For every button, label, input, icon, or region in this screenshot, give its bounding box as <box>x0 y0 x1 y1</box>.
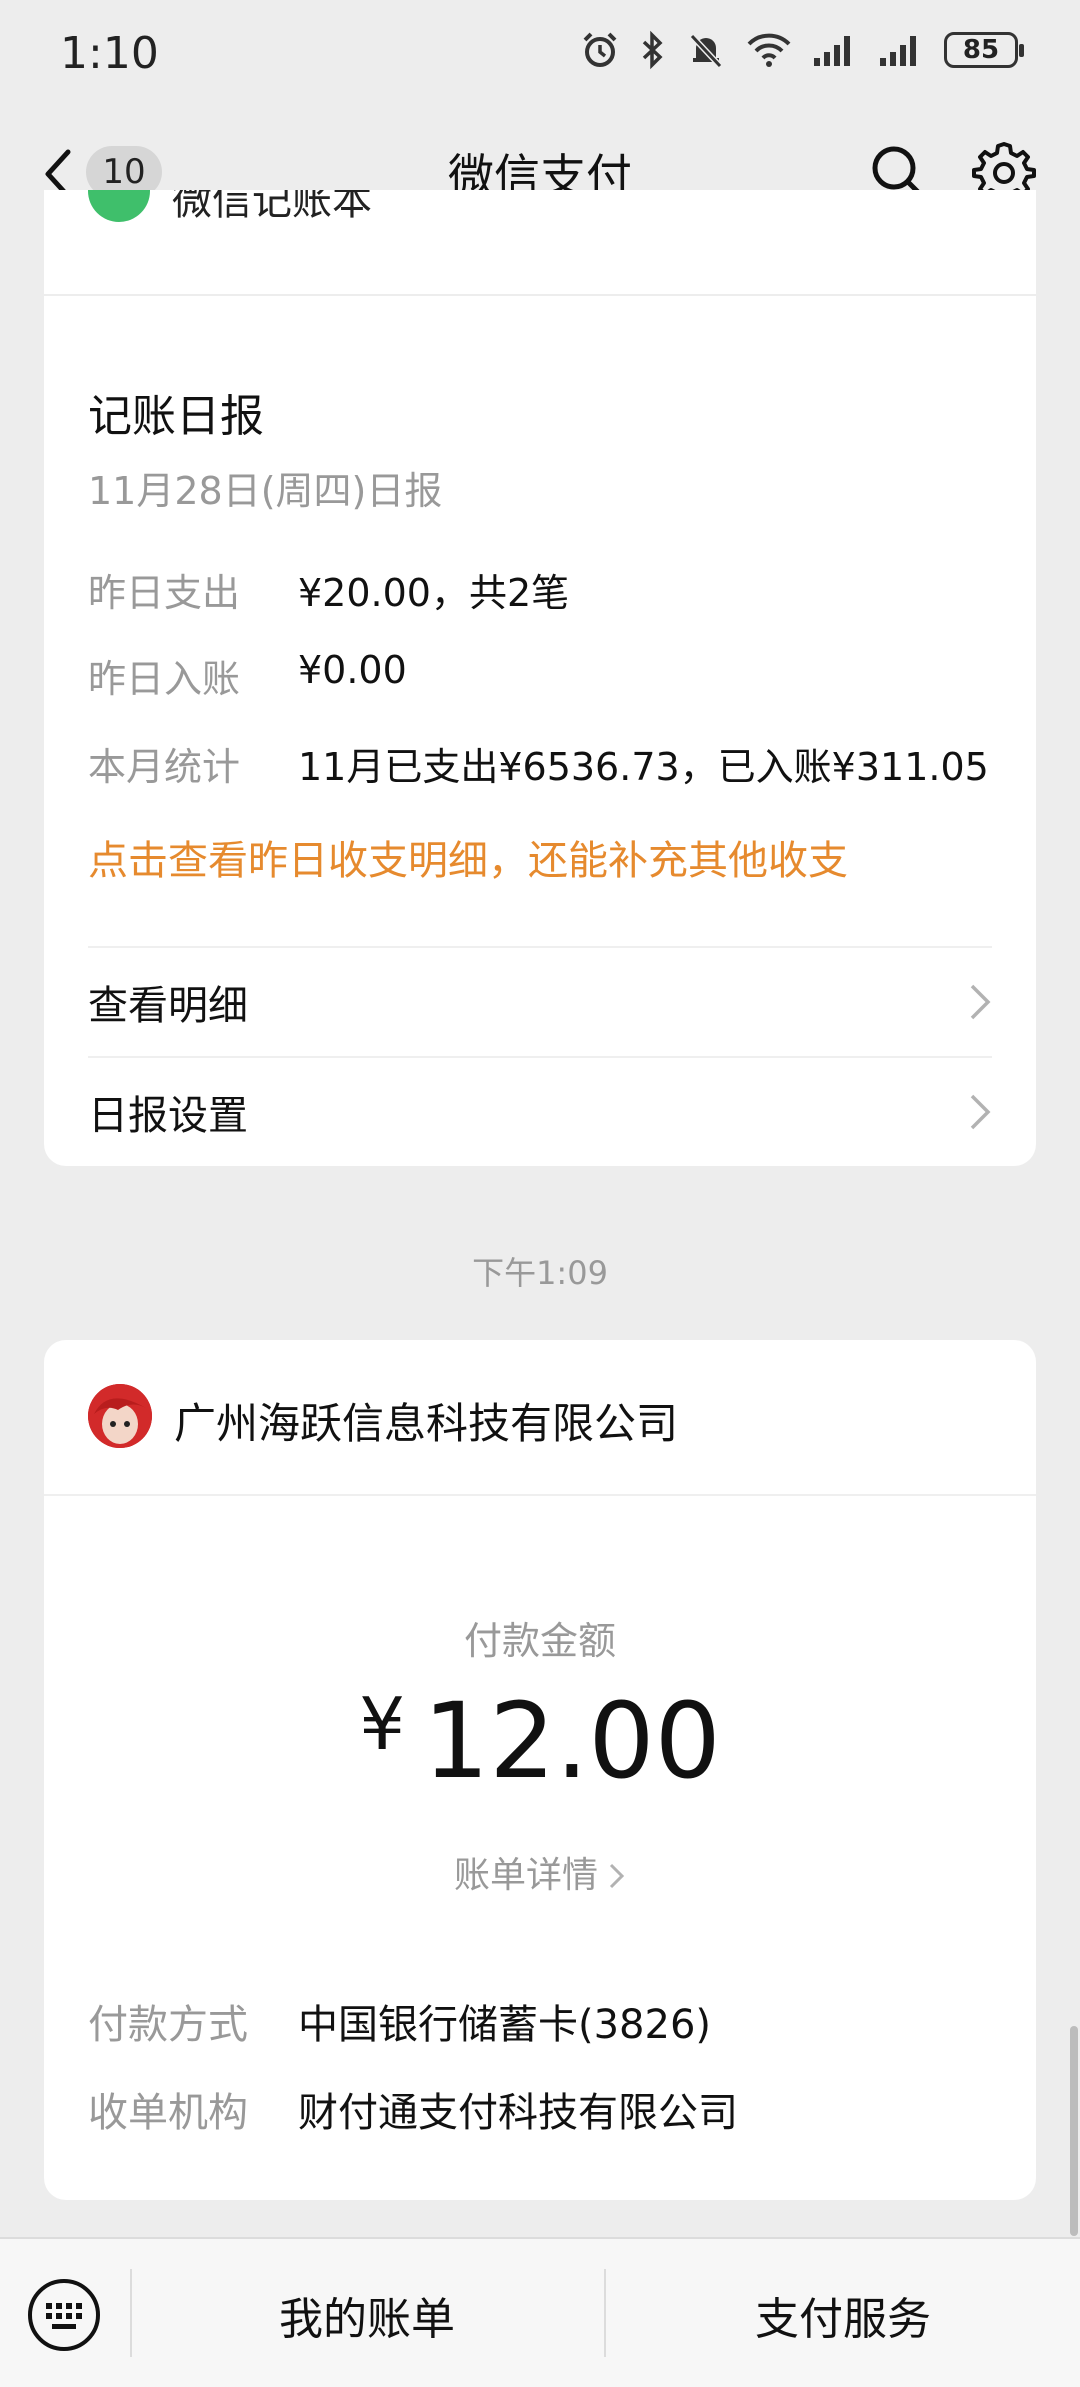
payment-card[interactable]: 广州海跃信息科技有限公司 付款金额 ¥12.00 账单详情 付款方式 中国银行储… <box>44 1340 1036 2200</box>
bluetooth-icon <box>642 30 663 70</box>
alarm-icon <box>583 32 617 67</box>
account-avatar <box>88 190 150 222</box>
acquirer-row: 收单机构 财付通支付科技有限公司 <box>88 2080 738 2138</box>
yesterday-expense-row: 昨日支出 ¥20.00，共2笔 <box>88 562 569 617</box>
currency-symbol: ¥ <box>359 1682 406 1766</box>
row-label: 昨日入账 <box>88 657 241 701</box>
status-bar: 1:10 85 <box>0 0 1080 110</box>
my-bills-tab[interactable]: 我的账单 <box>130 2283 604 2347</box>
keyboard-icon[interactable] <box>26 2277 102 2353</box>
merchant-avatar <box>88 1384 152 1448</box>
mute-bell-icon <box>689 33 723 69</box>
row-value: 11月已支出¥6536.73，已入账¥311.05 <box>298 745 989 789</box>
row-label: 本月统计 <box>88 745 241 789</box>
signal-icon-1 <box>814 36 850 66</box>
row-value: ¥20.00，共2笔 <box>298 571 570 615</box>
payment-services-tab[interactable]: 支付服务 <box>606 2283 1080 2347</box>
status-time: 1:10 <box>60 28 159 79</box>
row-value: 中国银行储蓄卡(3826) <box>298 2002 712 2048</box>
row-value: 财付通支付科技有限公司 <box>298 2090 738 2136</box>
amount-value: 12.00 <box>423 1680 721 1802</box>
chevron-right-icon <box>970 1094 991 1130</box>
merchant-name: 广州海跃信息科技有限公司 <box>174 1399 679 1448</box>
report-settings-row[interactable]: 日报设置 <box>88 1056 992 1166</box>
account-name: 微信记账本 <box>172 190 372 224</box>
message-timestamp: 下午1:09 <box>472 1254 608 1292</box>
menu-label: 查看明细 <box>88 983 248 1029</box>
chevron-right-icon <box>970 984 991 1020</box>
daily-report-card[interactable]: 微信记账本 记账日报 11月28日(周四)日报 昨日支出 ¥20.00，共2笔 … <box>44 190 1036 1166</box>
merchant-header[interactable]: 广州海跃信息科技有限公司 <box>44 1340 1036 1496</box>
menu-label: 日报设置 <box>88 1093 248 1139</box>
report-date: 11月28日(周四)日报 <box>88 469 443 513</box>
payment-method-row: 付款方式 中国银行储蓄卡(3826) <box>88 1992 711 2050</box>
view-details-tip-link[interactable]: 点击查看昨日收支明细，还能补充其他收支 <box>88 828 848 886</box>
wifi-icon <box>747 33 791 67</box>
yesterday-income-row: 昨日入账 ¥0.00 <box>88 648 407 703</box>
chevron-right-icon <box>609 1863 625 1889</box>
row-label: 昨日支出 <box>88 571 241 615</box>
row-value: ¥0.00 <box>298 648 407 692</box>
row-label: 收单机构 <box>88 2090 248 2136</box>
month-summary-row: 本月统计 11月已支出¥6536.73，已入账¥311.05 <box>88 736 989 791</box>
report-title: 记账日报 <box>88 391 264 442</box>
status-icons: 85 <box>580 30 1024 70</box>
row-label: 付款方式 <box>88 2002 248 2048</box>
payment-amount: ¥12.00 <box>44 1680 1036 1802</box>
battery-indicator: 85 <box>944 32 1024 68</box>
previous-card-header: 微信记账本 <box>44 190 1036 296</box>
bottom-bar: 我的账单 支付服务 <box>0 2237 1080 2387</box>
signal-icon-2 <box>880 36 916 66</box>
view-details-row[interactable]: 查看明细 <box>88 946 992 1056</box>
bill-detail-label: 账单详情 <box>453 1855 598 1896</box>
amount-label: 付款金额 <box>463 1619 616 1663</box>
scrollbar[interactable] <box>1070 2026 1078 2236</box>
bill-detail-link[interactable]: 账单详情 <box>44 1846 1036 1898</box>
